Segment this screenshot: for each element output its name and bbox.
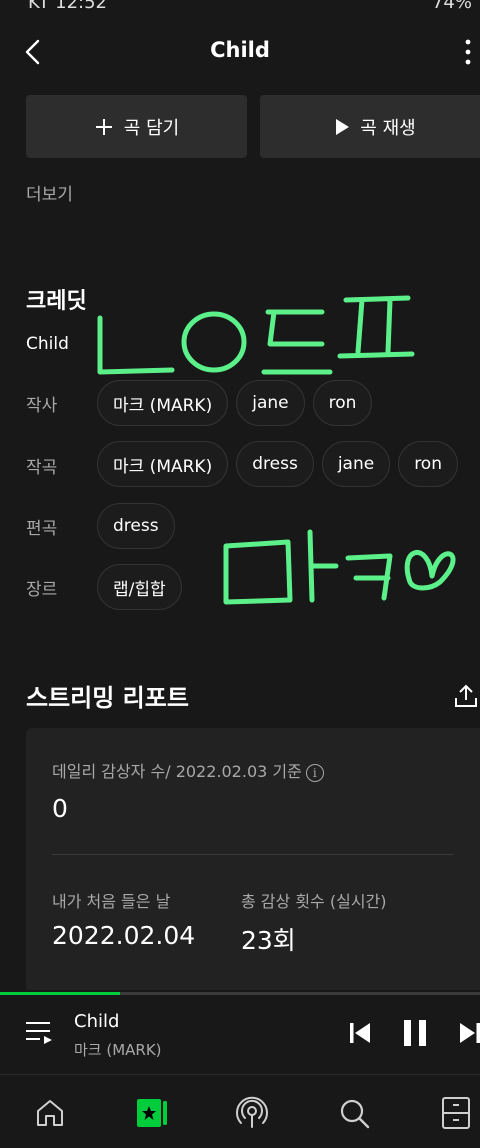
more-link[interactable]: 더보기 <box>26 180 73 205</box>
daily-listeners-label-text: 데일리 감상자 수/ 2022.02.03 기준 <box>52 762 302 781</box>
streaming-report-card: 데일리 감상자 수/ 2022.02.03 기준 i 0 내가 처음 들은 날 2… <box>26 728 480 990</box>
credit-chip[interactable]: dress <box>236 441 314 487</box>
credit-label-lyrics: 작사 <box>26 396 58 416</box>
nav-library[interactable] <box>134 1095 170 1131</box>
credit-label-composer: 작곡 <box>26 458 58 478</box>
credit-chip[interactable]: dress <box>97 503 175 549</box>
play-icon <box>336 118 350 135</box>
credit-row-lyrics: 마크 (MARK) jane ron <box>97 380 373 426</box>
credit-chip[interactable]: 마크 (MARK) <box>97 380 229 426</box>
credit-chip[interactable]: 마크 (MARK) <box>97 441 229 487</box>
previous-button[interactable] <box>346 1019 374 1047</box>
play-button-label: 곡 재생 <box>360 117 416 139</box>
skip-next-icon <box>460 1023 480 1043</box>
add-button-label: 곡 담기 <box>123 117 180 139</box>
skip-previous-icon <box>350 1023 370 1043</box>
playlist-button[interactable] <box>24 1019 54 1047</box>
status-bar: KT 12:52 74% <box>0 0 480 12</box>
info-icon[interactable]: i <box>305 763 324 782</box>
daily-listeners-label: 데일리 감상자 수/ 2022.02.03 기준 i <box>52 758 324 782</box>
credit-label-genre: 장르 <box>26 580 58 600</box>
nav-home[interactable] <box>32 1095 68 1131</box>
credit-label-arranger: 편곡 <box>26 519 58 539</box>
music-library-icon <box>137 1099 167 1127</box>
share-icon <box>455 684 477 707</box>
streaming-report-heading: 스트리밍 리포트 <box>26 684 189 712</box>
add-to-playlist-button[interactable]: 곡 담기 <box>26 95 247 158</box>
nav-drawer[interactable] <box>438 1095 474 1131</box>
first-listen-label: 내가 처음 들은 날 <box>52 892 171 911</box>
mini-player[interactable]: Child 마크 (MARK) <box>0 995 480 1073</box>
credits-heading: 크레딧 <box>26 289 87 314</box>
first-listen-value: 2022.02.04 <box>52 921 196 950</box>
plus-icon <box>95 118 112 135</box>
credit-chip[interactable]: jane <box>236 380 305 426</box>
bottom-navigation <box>0 1074 480 1148</box>
home-icon <box>37 1100 63 1126</box>
top-app-bar: Child <box>0 26 480 78</box>
more-vertical-icon <box>465 39 471 65</box>
credits-song-title: Child <box>26 334 69 354</box>
status-battery: 74% <box>431 0 472 12</box>
status-time: KT 12:52 <box>28 0 107 12</box>
pause-icon <box>404 1020 426 1046</box>
drawer-icon <box>442 1097 470 1129</box>
playlist-icon <box>26 1022 52 1044</box>
credit-chip[interactable]: 랩/힙합 <box>97 564 182 610</box>
search-icon <box>340 1099 370 1129</box>
total-plays-label: 총 감상 횟수 (실시간) <box>241 892 387 911</box>
credit-chip[interactable]: ron <box>398 441 458 487</box>
more-options-button[interactable] <box>460 38 476 66</box>
now-playing-artist: 마크 (MARK) <box>74 1041 162 1059</box>
report-divider <box>52 854 454 855</box>
total-plays-value: 23회 <box>241 926 296 955</box>
nav-podcast[interactable] <box>234 1095 270 1131</box>
daily-listeners-value: 0 <box>52 794 68 823</box>
page-title: Child <box>210 38 270 62</box>
credit-row-genre: 랩/힙합 <box>97 564 182 610</box>
nav-search[interactable] <box>336 1095 372 1131</box>
play-song-button[interactable]: 곡 재생 <box>260 95 480 158</box>
share-button[interactable] <box>452 682 480 710</box>
podcast-icon <box>236 1096 268 1128</box>
credit-chip[interactable]: ron <box>312 380 373 426</box>
pause-button[interactable] <box>400 1017 430 1049</box>
credit-chip[interactable]: jane <box>321 441 391 487</box>
credit-row-composer: 마크 (MARK) dress jane ron <box>97 441 458 487</box>
next-button[interactable] <box>456 1019 480 1047</box>
now-playing-title: Child <box>74 1011 120 1032</box>
credit-row-arranger: dress <box>97 503 175 549</box>
